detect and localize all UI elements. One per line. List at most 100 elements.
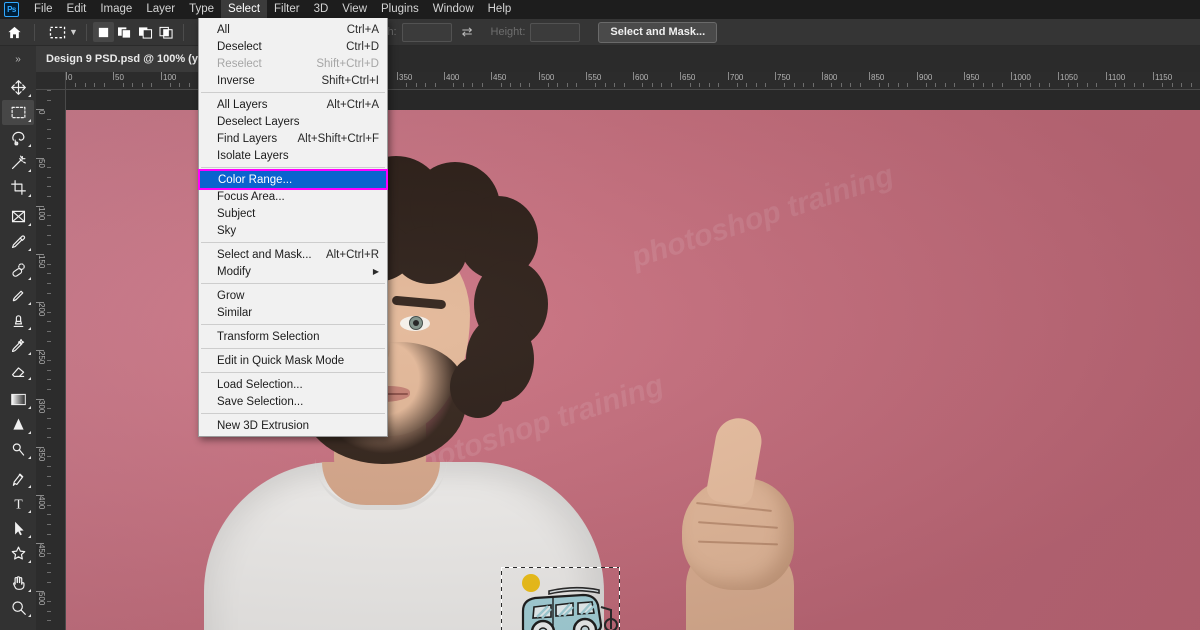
select-and-mask-button[interactable]: Select and Mask... — [598, 22, 717, 43]
ruler-tick — [595, 83, 596, 87]
tool-group-indicator — [28, 277, 31, 280]
pen-tool[interactable] — [2, 466, 34, 491]
menu-item-all[interactable]: AllCtrl+A — [199, 21, 387, 38]
ruler-tick — [104, 83, 105, 87]
hand-tool[interactable] — [2, 570, 34, 595]
ruler-label: 1150 — [1153, 73, 1172, 82]
divider — [34, 24, 35, 41]
rectangular-marquee-tool[interactable] — [2, 100, 34, 125]
height-input[interactable] — [530, 23, 580, 42]
menu-item-color-range[interactable]: Color Range... — [200, 171, 386, 188]
menu-filter[interactable]: Filter — [267, 0, 307, 19]
menu-item-find-layers[interactable]: Find LayersAlt+Shift+Ctrl+F — [199, 130, 387, 147]
blur-tool[interactable] — [2, 412, 34, 437]
ruler-tick — [142, 83, 143, 87]
ruler-tick — [1162, 83, 1163, 87]
menu-item-edit-in-quick-mask-mode[interactable]: Edit in Quick Mask Mode — [199, 352, 387, 369]
menu-type[interactable]: Type — [182, 0, 221, 19]
ruler-tick — [47, 293, 51, 294]
menu-item-modify[interactable]: Modify▶ — [199, 263, 387, 280]
history-brush-tool[interactable] — [2, 333, 34, 358]
spot-healing-brush-tool[interactable] — [2, 258, 34, 283]
lasso-tool[interactable] — [2, 125, 34, 150]
menu-layer[interactable]: Layer — [139, 0, 182, 19]
menu-item-shortcut: Shift+Ctrl+I — [321, 75, 379, 87]
select-menu-dropdown[interactable]: AllCtrl+ADeselectCtrl+DReselectShift+Ctr… — [198, 18, 388, 437]
ruler-tick — [690, 83, 691, 87]
tool-group-indicator — [28, 614, 31, 617]
ruler-tick — [47, 534, 51, 535]
width-input[interactable] — [402, 23, 452, 42]
ruler-tick — [75, 83, 76, 87]
menu-plugins[interactable]: Plugins — [374, 0, 426, 19]
menu-item-load-selection[interactable]: Load Selection... — [199, 376, 387, 393]
intersect-selection-button[interactable] — [156, 22, 177, 42]
menu-item-sky[interactable]: Sky — [199, 222, 387, 239]
custom-shape-tool[interactable] — [2, 541, 34, 566]
ruler-tick — [47, 225, 51, 226]
path-selection-tool[interactable] — [2, 516, 34, 541]
ruler-tick — [614, 83, 615, 87]
menu-item-deselect-layers[interactable]: Deselect Layers — [199, 113, 387, 130]
object-selection-tool[interactable] — [2, 150, 34, 175]
menu-edit[interactable]: Edit — [60, 0, 94, 19]
ruler-tick — [699, 83, 700, 87]
menu-3d[interactable]: 3D — [307, 0, 336, 19]
menu-item-save-selection[interactable]: Save Selection... — [199, 393, 387, 410]
home-icon[interactable] — [1, 21, 27, 43]
menu-item-all-layers[interactable]: All LayersAlt+Ctrl+A — [199, 96, 387, 113]
ruler-tick — [709, 83, 710, 87]
zoom-tool[interactable] — [2, 595, 34, 620]
menu-item-similar[interactable]: Similar — [199, 304, 387, 321]
eyedropper-tool[interactable] — [2, 229, 34, 254]
height-label: Height: — [491, 26, 526, 38]
ruler-label: 150 — [37, 255, 46, 268]
ruler-label: 50 — [37, 159, 46, 168]
expand-panels-icon[interactable]: » — [0, 46, 36, 72]
swap-arrows-icon[interactable]: ⇄ — [462, 24, 473, 40]
menu-item-deselect[interactable]: DeselectCtrl+D — [199, 38, 387, 55]
menu-item-transform-selection[interactable]: Transform Selection — [199, 328, 387, 345]
ruler-tick — [47, 312, 51, 313]
eraser-tool[interactable] — [2, 358, 34, 383]
subtract-from-selection-button[interactable] — [135, 22, 156, 42]
frame-tool[interactable] — [2, 204, 34, 229]
add-to-selection-button[interactable] — [114, 22, 135, 42]
move-tool[interactable] — [2, 75, 34, 100]
new-selection-button[interactable] — [93, 22, 114, 42]
gradient-tool[interactable] — [2, 387, 34, 412]
ruler-label: 950 — [964, 73, 979, 82]
menu-image[interactable]: Image — [93, 0, 139, 19]
menu-item-subject[interactable]: Subject — [199, 205, 387, 222]
menu-help[interactable]: Help — [481, 0, 519, 19]
ruler-tick — [529, 83, 530, 87]
clone-stamp-tool[interactable] — [2, 308, 34, 333]
ruler-tick — [85, 83, 86, 87]
menu-select[interactable]: Select — [221, 0, 267, 19]
horizontal-type-tool[interactable]: T — [2, 491, 34, 516]
menu-item-new-3d-extrusion[interactable]: New 3D Extrusion — [199, 417, 387, 434]
ruler-tick — [794, 83, 795, 87]
tool-group-indicator — [28, 144, 31, 147]
menu-item-select-and-mask[interactable]: Select and Mask...Alt+Ctrl+R — [199, 246, 387, 263]
menu-separator — [201, 167, 385, 168]
ruler-tick — [642, 83, 643, 87]
menu-item-inverse[interactable]: InverseShift+Ctrl+I — [199, 72, 387, 89]
menu-item-isolate-layers[interactable]: Isolate Layers — [199, 147, 387, 164]
menu-item-focus-area[interactable]: Focus Area... — [199, 188, 387, 205]
ruler-origin-corner[interactable] — [36, 72, 66, 90]
ruler-tick — [47, 138, 51, 139]
dodge-tool[interactable] — [2, 437, 34, 462]
menu-window[interactable]: Window — [426, 0, 481, 19]
ruler-tick — [926, 83, 927, 87]
ruler-tick — [47, 129, 51, 130]
menu-item-grow[interactable]: Grow — [199, 287, 387, 304]
brush-tool[interactable] — [2, 283, 34, 308]
ruler-tick — [47, 582, 51, 583]
tool-preset-picker[interactable]: ▼ — [41, 21, 80, 43]
menu-file[interactable]: File — [27, 0, 60, 19]
crop-tool[interactable] — [2, 175, 34, 200]
menu-view[interactable]: View — [335, 0, 374, 19]
edit-toolbar-button[interactable] — [2, 624, 34, 630]
vertical-ruler[interactable]: 050100150200250300350400450500 — [36, 90, 66, 630]
